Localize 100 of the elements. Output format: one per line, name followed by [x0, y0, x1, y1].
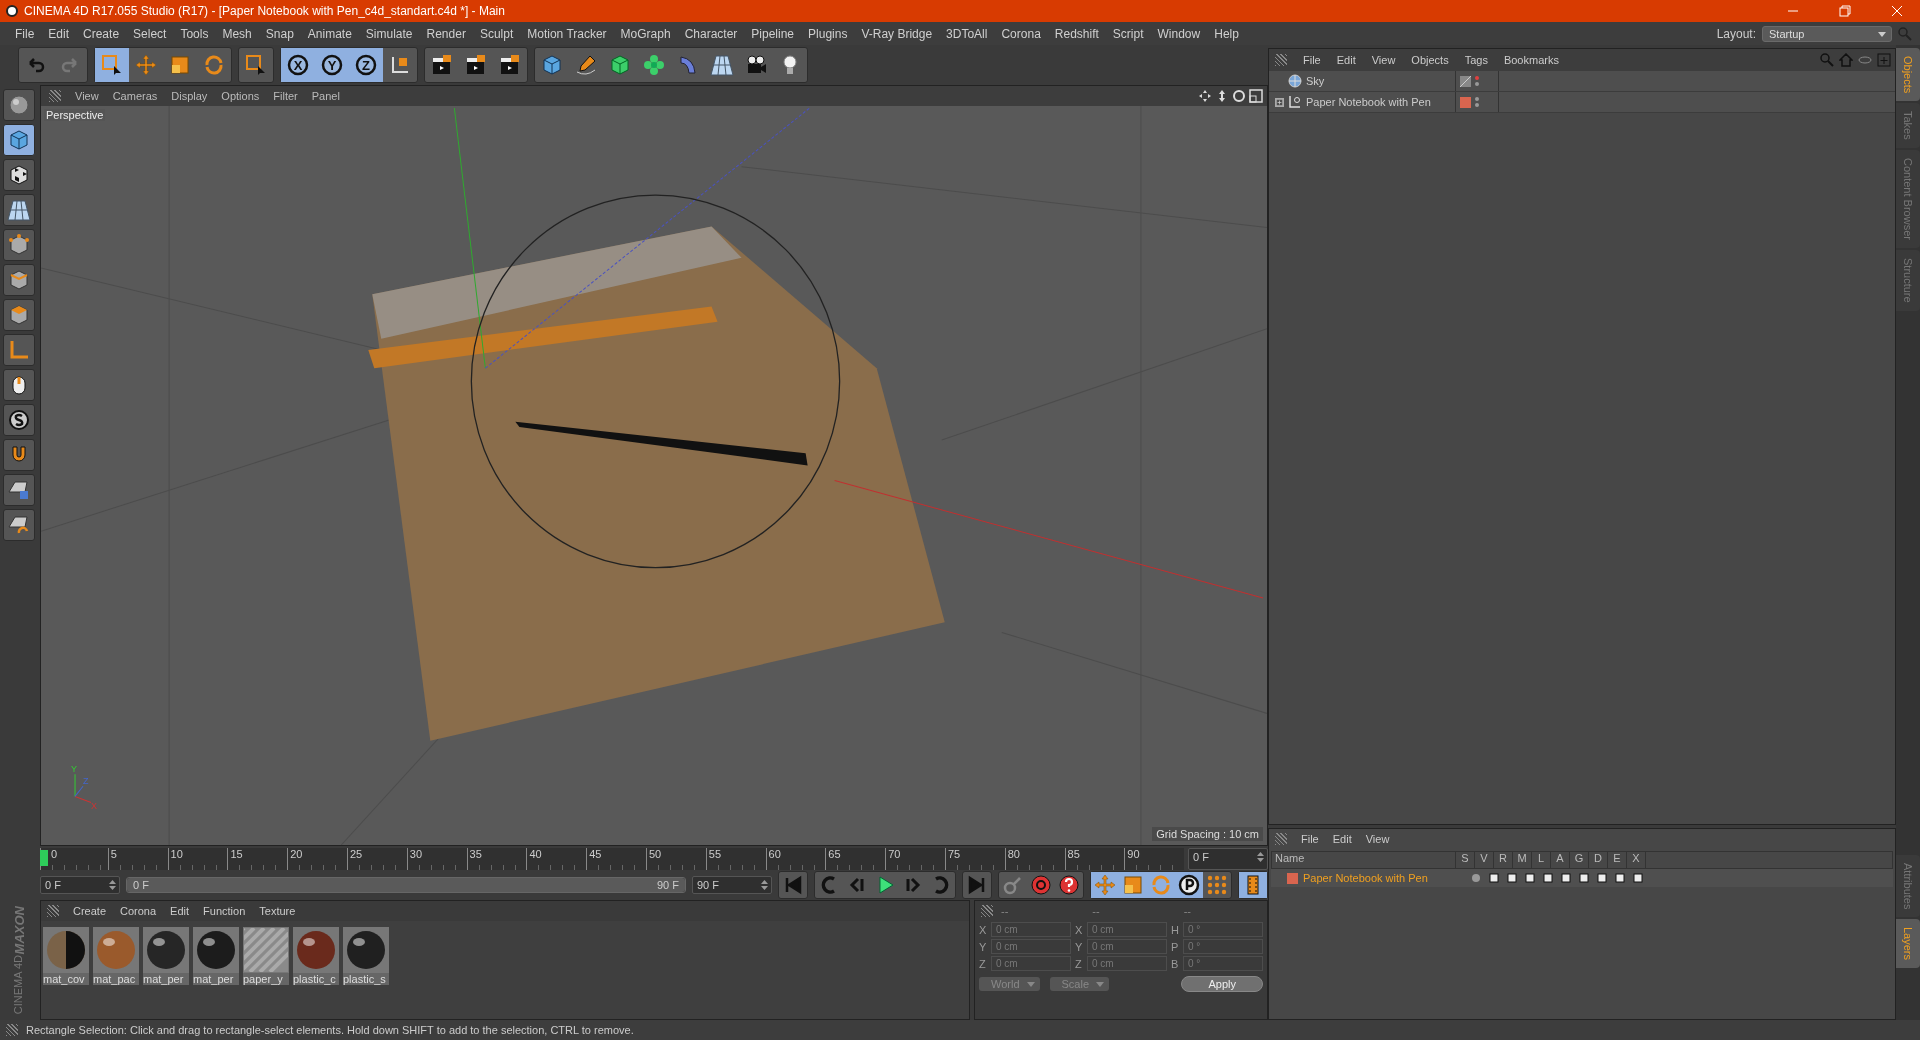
- menu-item[interactable]: Cameras: [112, 90, 158, 102]
- maximize-view-icon[interactable]: [1249, 89, 1263, 103]
- menu-item[interactable]: Snap: [258, 26, 301, 41]
- menu-item[interactable]: Options: [221, 90, 260, 102]
- menu-item[interactable]: Texture: [259, 905, 296, 917]
- menu-item[interactable]: View: [75, 90, 99, 102]
- start-frame-field[interactable]: 0 F: [40, 876, 120, 894]
- layout-dropdown[interactable]: Startup: [1762, 25, 1892, 42]
- restore-icon[interactable]: [1839, 5, 1851, 17]
- panel-grip-icon[interactable]: [981, 905, 993, 917]
- tool-button[interactable]: [3, 159, 35, 191]
- panel-grip-icon[interactable]: [1275, 54, 1287, 66]
- menu-item[interactable]: View: [1371, 54, 1396, 66]
- expand-plus-icon[interactable]: [1275, 97, 1284, 107]
- menu-item[interactable]: Plugins: [801, 26, 855, 41]
- tool-button[interactable]: [3, 474, 35, 506]
- tag-icon[interactable]: [1460, 75, 1471, 87]
- layer-name[interactable]: Paper Notebook with Pen: [1303, 872, 1428, 884]
- menu-item[interactable]: Edit: [1336, 54, 1356, 66]
- menu-item[interactable]: File: [1301, 833, 1319, 845]
- menu-item[interactable]: Corona: [994, 26, 1048, 41]
- frame-range-track[interactable]: 0 F 90 F: [126, 877, 686, 893]
- menu-item[interactable]: Tools: [173, 26, 216, 41]
- menu-item[interactable]: Render: [419, 26, 473, 41]
- tool-button[interactable]: [3, 369, 35, 401]
- menu-item[interactable]: Create: [73, 905, 107, 917]
- checker-cube-icon: [7, 163, 31, 187]
- empty-preview-icon: [244, 928, 288, 972]
- tool-button[interactable]: [3, 264, 35, 296]
- menu-item[interactable]: Window: [1150, 26, 1208, 41]
- menu-item[interactable]: Animate: [300, 26, 359, 41]
- menu-item[interactable]: Tags: [1464, 54, 1488, 66]
- menu-item[interactable]: Select: [126, 26, 174, 41]
- menu-item[interactable]: 3DToAll: [939, 26, 995, 41]
- rotate-view-icon[interactable]: [1232, 89, 1246, 103]
- menu-item[interactable]: Edit: [41, 26, 77, 41]
- menu-item[interactable]: Corona: [120, 905, 157, 917]
- tool-button[interactable]: [3, 89, 35, 121]
- rectangle-select-icon: [100, 53, 124, 77]
- menu-item[interactable]: Objects: [1411, 54, 1449, 66]
- transport-button[interactable]: [1175, 872, 1203, 898]
- grid-lock-icon: [7, 478, 31, 502]
- visibility-dots-icon[interactable]: [1475, 97, 1479, 107]
- layer-color-swatch[interactable]: [1460, 96, 1471, 108]
- menu-item[interactable]: Pipeline: [744, 26, 802, 41]
- current-frame-field[interactable]: 0 F: [1188, 848, 1268, 870]
- panel-grip-icon[interactable]: [47, 905, 59, 917]
- tool-button[interactable]: [3, 509, 35, 541]
- spinner-arrows-icon[interactable]: [1257, 852, 1264, 862]
- menu-item[interactable]: Filter: [273, 90, 298, 102]
- apply-button[interactable]: Apply: [1181, 976, 1263, 992]
- object-name[interactable]: Paper Notebook with Pen: [1306, 96, 1431, 108]
- visibility-dots-icon[interactable]: [1475, 76, 1479, 86]
- menu-item[interactable]: Display: [171, 90, 208, 102]
- menu-item[interactable]: Mesh: [215, 26, 259, 41]
- end-frame-field[interactable]: 90 F: [692, 876, 772, 894]
- menu-item[interactable]: View: [1365, 833, 1390, 845]
- axis-label: Y: [979, 940, 987, 953]
- menu-item[interactable]: Edit: [170, 905, 190, 917]
- move-view-icon[interactable]: [1198, 89, 1212, 103]
- tool-button[interactable]: [3, 229, 35, 261]
- layer-solo-icon[interactable]: [1470, 872, 1482, 884]
- menu-item[interactable]: Simulate: [358, 26, 420, 41]
- p-circle-icon: [1177, 873, 1201, 897]
- scale-square-icon: [168, 53, 192, 77]
- menu-item[interactable]: Edit: [1332, 833, 1352, 845]
- eye-icon[interactable]: [1858, 53, 1872, 67]
- axis-gizmo-drawing: Y Z X: [71, 764, 98, 811]
- timeline-ruler[interactable]: 0 5 10 15 20 25 30 35 40 45 50 55 60 65 70 75 80 85 90: [40, 848, 1184, 870]
- menu-item[interactable]: Script: [1105, 26, 1151, 41]
- menu-item[interactable]: Bookmarks: [1503, 54, 1559, 66]
- menu-item[interactable]: Help: [1207, 26, 1246, 41]
- menu-item[interactable]: Character: [677, 26, 745, 41]
- tool-button[interactable]: [3, 124, 35, 156]
- menu-item[interactable]: Panel: [311, 90, 340, 102]
- menu-item[interactable]: Redshift: [1047, 26, 1106, 41]
- playhead-handle[interactable]: [40, 850, 48, 866]
- menu-item[interactable]: File: [1303, 54, 1321, 66]
- panel-grip-icon[interactable]: [1275, 833, 1287, 845]
- object-name[interactable]: Sky: [1306, 75, 1325, 87]
- tool-button[interactable]: [3, 194, 35, 226]
- close-icon[interactable]: [1891, 5, 1903, 17]
- spinner-arrows-icon[interactable]: [109, 880, 116, 890]
- cube-icon: [540, 53, 564, 77]
- frame-label: 0 F: [133, 879, 149, 891]
- menu-item[interactable]: Sculpt: [472, 26, 521, 41]
- layer-color-swatch[interactable]: [1287, 872, 1298, 884]
- spinner-arrows-icon[interactable]: [761, 880, 768, 890]
- menu-item[interactable]: Function: [203, 905, 246, 917]
- menu-item[interactable]: Motion Tracker: [520, 26, 614, 41]
- object-row[interactable]: Sky: [1269, 71, 1895, 92]
- menu-item[interactable]: Create: [76, 26, 127, 41]
- object-row[interactable]: Paper Notebook with Pen: [1269, 92, 1895, 113]
- tool-button[interactable]: [3, 299, 35, 331]
- menu-item[interactable]: File: [8, 26, 42, 41]
- menu-item[interactable]: V-Ray Bridge: [854, 26, 940, 41]
- dot-grid-icon: [1205, 873, 1229, 897]
- tool-button[interactable]: [3, 404, 35, 436]
- menu-item[interactable]: MoGraph: [613, 26, 678, 41]
- panel-grip-icon[interactable]: [49, 90, 61, 102]
